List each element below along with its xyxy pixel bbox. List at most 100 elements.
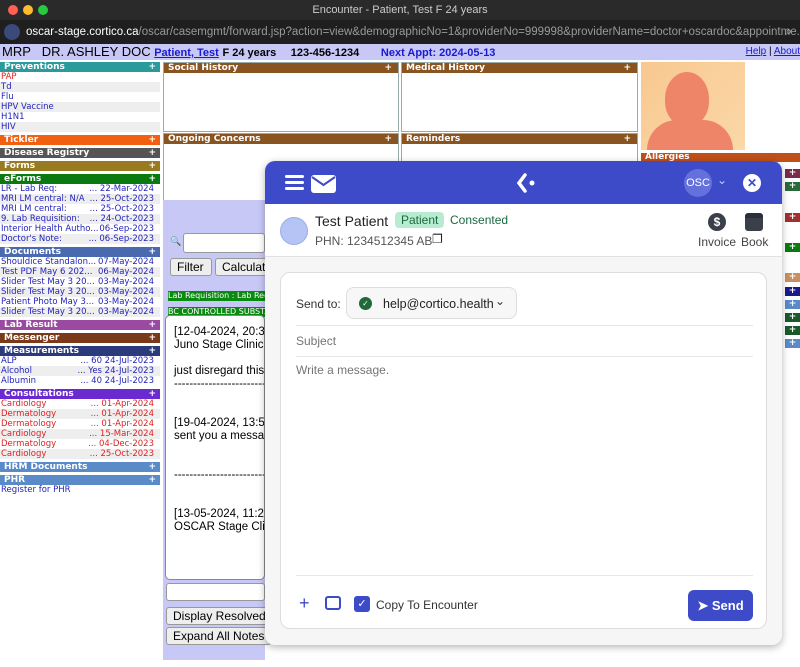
list-item[interactable]: LR - Lab Req: ... 22-Mar-2024 (0, 184, 160, 194)
calendar-icon[interactable] (745, 213, 763, 231)
sidebar-section-consultations[interactable]: Consultations + (0, 389, 160, 399)
filter-button[interactable]: Filter (170, 258, 212, 276)
add-icon[interactable]: + (148, 174, 156, 184)
section-add-button[interactable]: + (785, 273, 800, 282)
list-item[interactable]: Cardiology ... 01-Apr-2024 (0, 399, 160, 409)
list-item[interactable]: Doctor's Note: ... 06-Sep-2023 (0, 234, 160, 244)
minimize-window-button[interactable] (23, 5, 33, 15)
add-attachment-icon[interactable]: + (299, 594, 310, 612)
sidebar-section-phr[interactable]: PHR + (0, 475, 160, 485)
list-item[interactable]: Dermatology ... 04-Dec-2023 (0, 439, 160, 449)
list-item[interactable]: Slider Test May 3 20... 03-May-2024 (0, 287, 160, 297)
add-icon[interactable]: + (148, 135, 156, 145)
panel-header[interactable]: Reminders + (402, 134, 637, 144)
list-item[interactable]: ALP ... 60 24-Jul-2023 (0, 356, 160, 366)
list-item[interactable]: MRI LM central: ... 25-Oct-2023 (0, 204, 160, 214)
section-add-button[interactable]: + (785, 243, 800, 252)
menu-icon[interactable] (285, 175, 304, 190)
add-icon[interactable]: + (148, 148, 156, 158)
display-resolved-button[interactable]: Display Resolved Issues (166, 607, 271, 625)
add-icon[interactable]: + (148, 320, 156, 330)
add-icon[interactable]: + (148, 462, 156, 472)
maximize-window-button[interactable] (38, 5, 48, 15)
list-item[interactable]: Flu (0, 92, 160, 102)
list-item[interactable]: Albumin ... 40 24-Jul-2023 (0, 376, 160, 386)
sidebar-section-hrm-documents[interactable]: HRM Documents + (0, 462, 160, 472)
sidebar-section-messenger[interactable]: Messenger + (0, 333, 160, 343)
chevron-down-icon[interactable]: ⌄ (717, 173, 727, 187)
mail-icon[interactable] (311, 175, 336, 193)
panel-header[interactable]: Social History + (164, 63, 398, 73)
list-item[interactable]: PAP (0, 72, 160, 82)
add-icon[interactable]: + (623, 63, 631, 73)
copy-icon[interactable]: ❐ (432, 232, 443, 246)
add-icon[interactable]: + (623, 134, 631, 144)
book-button[interactable]: Book (741, 235, 768, 249)
list-item[interactable]: Td (0, 82, 160, 92)
section-add-button[interactable]: + (785, 182, 800, 191)
list-item[interactable]: Interior Health Autho... 06-Sep-2023 (0, 224, 160, 234)
add-icon[interactable]: + (148, 161, 156, 171)
close-window-button[interactable] (8, 5, 18, 15)
list-item[interactable]: Cardiology ... 15-Mar-2024 (0, 429, 160, 439)
add-icon[interactable]: + (148, 475, 156, 485)
add-icon[interactable]: + (148, 247, 156, 257)
panel-header[interactable]: Ongoing Concerns + (164, 134, 398, 144)
list-item[interactable]: Patient Photo May 3... 03-May-2024 (0, 297, 160, 307)
help-link[interactable]: Help (746, 46, 767, 57)
zoom-icon[interactable]: ⌕ (786, 20, 792, 44)
copy-to-encounter-label[interactable]: Copy To Encounter (376, 598, 478, 612)
sidebar-section-eforms[interactable]: eForms + (0, 174, 160, 184)
add-icon[interactable]: + (148, 333, 156, 343)
list-item[interactable]: Dermatology ... 01-Apr-2024 (0, 419, 160, 429)
add-icon[interactable]: + (148, 346, 156, 356)
list-item[interactable]: Alcohol ... Yes 24-Jul-2023 (0, 366, 160, 376)
list-item[interactable]: Slider Test May 3 20... 03-May-2024 (0, 307, 160, 317)
invoice-button[interactable]: Invoice (698, 235, 736, 249)
lab-requisition-note[interactable]: Lab Requisition : Lab Req (168, 291, 265, 301)
sidebar-section-measurements[interactable]: Measurements + (0, 346, 160, 356)
panel-header[interactable]: Medical History + (402, 63, 637, 73)
list-item[interactable]: Slider Test May 3 20... 03-May-2024 (0, 277, 160, 287)
expand-all-notes-button[interactable]: Expand All Notes (166, 627, 271, 645)
close-icon[interactable]: ✕ (743, 174, 761, 192)
sidebar-section-tickler[interactable]: Tickler + (0, 135, 160, 145)
sidebar-section-forms[interactable]: Forms + (0, 161, 160, 171)
section-add-button[interactable]: + (785, 169, 800, 178)
calculators-button[interactable]: Calculators (215, 258, 270, 276)
list-item[interactable]: Register for PHR (0, 485, 160, 495)
list-item[interactable]: Cardiology ... 25-Oct-2023 (0, 449, 160, 459)
notes-search-input[interactable] (183, 233, 265, 253)
add-icon[interactable]: + (148, 389, 156, 399)
list-item[interactable]: Dermatology ... 01-Apr-2024 (0, 409, 160, 419)
add-icon[interactable]: + (384, 134, 392, 144)
invoice-dollar-icon[interactable]: $ (708, 213, 726, 231)
copy-to-encounter-checkbox[interactable]: ✓ (354, 596, 370, 612)
list-item[interactable]: Test PDF May 6 202... 06-May-2024 (0, 267, 160, 277)
list-item[interactable]: HPV Vaccine (0, 102, 160, 112)
list-item[interactable]: 9. Lab Requisition: ... 24-Oct-2023 (0, 214, 160, 224)
address-bar[interactable]: oscar-stage.cortico.ca/oscar/casemgmt/fo… (0, 20, 800, 44)
section-add-button[interactable]: + (785, 213, 800, 222)
sidebar-section-documents[interactable]: Documents + (0, 247, 160, 257)
patient-photo[interactable] (641, 62, 745, 150)
section-add-button[interactable]: + (785, 313, 800, 322)
section-add-button[interactable]: + (785, 326, 800, 335)
sidebar-section-preventions[interactable]: Preventions + (0, 62, 160, 72)
site-settings-icon[interactable] (4, 23, 20, 40)
section-add-button[interactable]: + (785, 300, 800, 309)
template-icon[interactable] (325, 596, 341, 610)
list-item[interactable]: H1N1 (0, 112, 160, 122)
add-icon[interactable]: + (384, 63, 392, 73)
notes-list[interactable]: [12-04-2024, 20:3 Juno Stage Clinic just d… (165, 315, 265, 580)
message-textarea[interactable] (296, 363, 753, 568)
add-icon[interactable]: + (148, 62, 156, 72)
list-item[interactable]: HIV (0, 122, 160, 132)
sidebar-section-lab-result[interactable]: Lab Result + (0, 320, 160, 330)
sidebar-section-disease-registry[interactable]: Disease Registry + (0, 148, 160, 158)
section-add-button[interactable]: + (785, 287, 800, 296)
account-avatar[interactable]: OSC (684, 169, 712, 197)
subject-input[interactable] (296, 331, 753, 351)
send-button[interactable]: ➤ Send (688, 590, 753, 621)
patient-link[interactable]: Patient, Test (154, 47, 219, 59)
